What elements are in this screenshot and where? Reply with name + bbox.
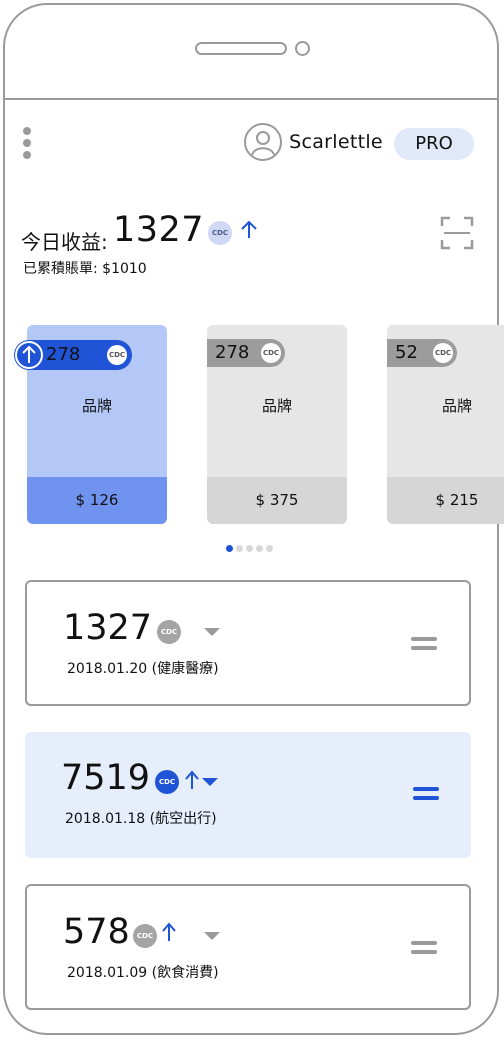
card-count-pill: 52 CDC (387, 339, 457, 367)
pager-dot[interactable] (266, 545, 273, 552)
dropdown-arrow-icon[interactable] (201, 777, 219, 787)
pager-dot[interactable] (256, 545, 263, 552)
arrow-up-icon (162, 922, 176, 941)
pager-dot-active[interactable] (226, 545, 233, 552)
transaction-amount: 7519 (61, 758, 151, 798)
brand-card[interactable]: 278 CDC 品牌 $ 375 (207, 325, 347, 524)
cdc-coin-icon: CDC (133, 924, 157, 948)
drag-handle-icon[interactable] (411, 941, 437, 959)
card-count-pill-active: 278 CDC (14, 340, 132, 370)
transaction-row[interactable]: 1327 CDC 2018.01.20 (健康醫療) (25, 580, 471, 706)
front-camera (295, 41, 310, 56)
transaction-date: 2018.01.09 (飲食消費) (67, 965, 219, 981)
cdc-coin-icon: CDC (107, 345, 127, 365)
transaction-row[interactable]: 7519 CDC 2018.01.18 (航空出行) (25, 732, 471, 858)
drag-handle-icon[interactable] (413, 787, 439, 805)
transaction-row[interactable]: 578 CDC 2018.01.09 (飲食消費) (25, 884, 471, 1010)
card-price: $ 375 (207, 477, 347, 524)
phone-top-bezel (5, 5, 497, 100)
arrow-up-circle-icon (15, 341, 43, 369)
card-brand: 品牌 (261, 397, 292, 415)
accumulated-label: 已累積賬單: (23, 261, 98, 277)
pager-dot[interactable] (246, 545, 253, 552)
cdc-coin-icon: CDC (208, 221, 232, 245)
avatar[interactable] (244, 123, 282, 161)
transaction-date: 2018.01.18 (航空出行) (65, 811, 217, 827)
transaction-amount: 1327 (63, 608, 153, 648)
arrow-up-icon (241, 220, 257, 238)
earnings-value: 1327 (113, 210, 205, 250)
drag-handle-icon[interactable] (411, 637, 437, 655)
scan-icon[interactable] (440, 216, 474, 250)
dropdown-arrow-icon[interactable] (203, 931, 221, 941)
speaker-grille (195, 42, 287, 55)
cdc-coin-icon: CDC (433, 343, 453, 363)
card-count: 278 (215, 342, 250, 363)
cdc-coin-icon: CDC (157, 620, 181, 644)
cdc-coin-icon: CDC (155, 770, 179, 794)
cdc-coin-icon: CDC (261, 343, 281, 363)
transaction-amount: 578 (63, 912, 130, 952)
username: Scarlettle (289, 131, 383, 153)
accumulated-bill: 已累積賬單: $1010 (23, 258, 147, 278)
dropdown-arrow-icon[interactable] (203, 627, 221, 637)
arrow-up-icon (185, 770, 199, 789)
transaction-date: 2018.01.20 (健康醫療) (67, 661, 219, 677)
more-menu-icon[interactable] (21, 127, 33, 161)
card-brand: 品牌 (441, 397, 472, 415)
user-icon (251, 131, 275, 156)
card-count-pill: 278 CDC (207, 339, 285, 367)
card-brand: 品牌 (81, 397, 112, 415)
earnings-label: 今日收益: (21, 230, 108, 254)
accumulated-value: $1010 (102, 261, 147, 277)
card-price: $ 215 (387, 477, 504, 524)
card-count: 278 (46, 344, 81, 365)
pro-badge[interactable]: PRO (394, 128, 474, 160)
card-count: 52 (395, 342, 418, 363)
card-price: $ 126 (27, 477, 167, 524)
pager-dot[interactable] (236, 545, 243, 552)
brand-card[interactable]: 52 CDC 品牌 $ 215 (387, 325, 504, 524)
